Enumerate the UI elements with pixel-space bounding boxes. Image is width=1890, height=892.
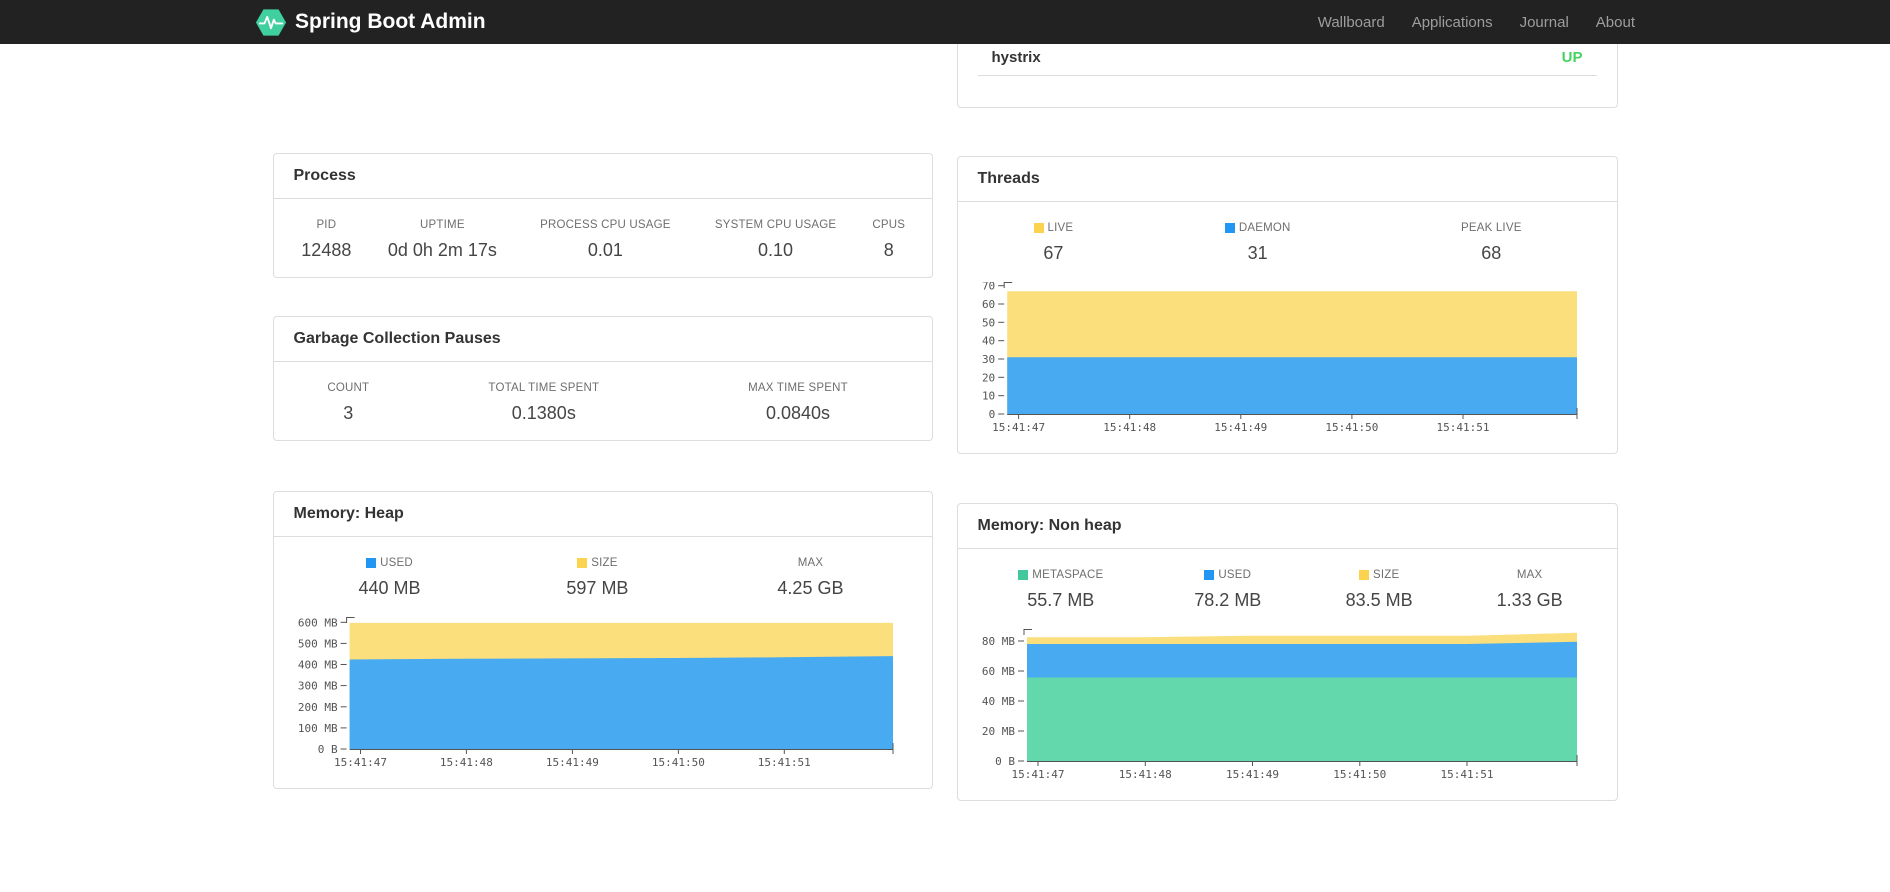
svg-text:0 B: 0 B bbox=[995, 755, 1015, 768]
svg-text:600 MB: 600 MB bbox=[297, 617, 337, 629]
service-name: hystrix bbox=[991, 49, 1041, 66]
svg-text:60: 60 bbox=[981, 298, 994, 311]
heap-used-legend-swatch bbox=[366, 558, 377, 568]
svg-text:60 MB: 60 MB bbox=[981, 665, 1014, 678]
nonheap-used-legend-swatch bbox=[1204, 570, 1215, 580]
memory-nonheap-card-title: Memory: Non heap bbox=[957, 504, 1617, 549]
spring-boot-admin-logo-icon bbox=[255, 7, 287, 38]
svg-text:15:41:50: 15:41:50 bbox=[651, 756, 704, 769]
svg-text:500 MB: 500 MB bbox=[297, 637, 337, 650]
svg-text:50: 50 bbox=[981, 316, 994, 329]
memory-nonheap-stats: METASPACE 55.7 MB USED 78.2 MB SIZE 83.5… bbox=[958, 549, 1617, 627]
threads-chart: 0 10 20 30 40 50 60 70 15:41:47 15:41:48 15:41:49 1… bbox=[958, 280, 1617, 453]
stat-gc-total-time: TOTAL TIME SPENT 0.1380s bbox=[488, 382, 600, 423]
svg-text:80 MB: 80 MB bbox=[981, 635, 1014, 648]
memory-heap-card-title: Memory: Heap bbox=[273, 492, 932, 537]
svg-text:15:41:49: 15:41:49 bbox=[1226, 768, 1279, 781]
svg-text:15:41:51: 15:41:51 bbox=[757, 756, 810, 769]
stat-heap-used: USED 440 MB bbox=[358, 557, 421, 598]
stat-nonheap-metaspace: METASPACE 55.7 MB bbox=[970, 563, 1153, 617]
nonheap-metaspace-legend-swatch bbox=[1018, 570, 1029, 580]
memory-heap-card: Memory: Heap USED 440 MB SIZE 597 MB MAX… bbox=[272, 491, 933, 789]
threads-daemon-legend-swatch bbox=[1224, 223, 1235, 233]
svg-text:15:41:48: 15:41:48 bbox=[1103, 421, 1156, 434]
svg-text:40: 40 bbox=[981, 335, 994, 348]
svg-text:15:41:48: 15:41:48 bbox=[1118, 768, 1171, 781]
threads-stats: LIVE 67 DAEMON 31 PEAK LIVE 68 bbox=[958, 202, 1617, 280]
stat-nonheap-used: USED 78.2 MB bbox=[1194, 569, 1262, 610]
service-status-card: hystrix UP bbox=[956, 44, 1618, 108]
nav-link-about[interactable]: About bbox=[1596, 14, 1635, 31]
svg-text:0: 0 bbox=[988, 408, 995, 421]
threads-card: Threads LIVE 67 DAEMON 31 PEAK LIVE 68 0… bbox=[956, 156, 1618, 454]
stat-pid: PID 12488 bbox=[301, 219, 352, 260]
process-stats: PID 12488 UPTIME 0d 0h 2m 17s PROCESS CP… bbox=[274, 199, 932, 277]
service-status-row: hystrix UP bbox=[977, 44, 1597, 76]
stat-threads-daemon: DAEMON 31 bbox=[1137, 216, 1378, 270]
stat-cpus: CPUS 8 bbox=[872, 219, 906, 260]
svg-text:15:41:47: 15:41:47 bbox=[1011, 768, 1064, 781]
memory-nonheap-chart: 0 B 20 MB 40 MB 60 MB 80 MB 15:41:47 15:41:48 1… bbox=[958, 627, 1617, 800]
svg-text:15:41:47: 15:41:47 bbox=[992, 421, 1045, 434]
stat-process-cpu-usage: PROCESS CPU USAGE 0.01 bbox=[540, 219, 671, 260]
memory-heap-stats: USED 440 MB SIZE 597 MB MAX 4.25 GB bbox=[274, 537, 932, 615]
gc-pauses-card: Garbage Collection Pauses COUNT 3 TOTAL … bbox=[272, 316, 933, 441]
svg-text:30: 30 bbox=[981, 353, 994, 366]
svg-text:300 MB: 300 MB bbox=[297, 680, 337, 693]
stat-threads-live: LIVE 67 bbox=[970, 216, 1138, 270]
svg-text:20: 20 bbox=[981, 371, 994, 384]
stat-threads-peak-live: PEAK LIVE 68 bbox=[1460, 222, 1522, 263]
brand-title: Spring Boot Admin bbox=[295, 10, 486, 33]
memory-nonheap-card: Memory: Non heap METASPACE 55.7 MB USED … bbox=[956, 503, 1618, 801]
threads-card-title: Threads bbox=[957, 157, 1617, 202]
svg-text:15:41:51: 15:41:51 bbox=[1436, 421, 1489, 434]
nonheap-size-legend-swatch bbox=[1358, 570, 1369, 580]
nav-link-wallboard[interactable]: Wallboard bbox=[1318, 14, 1385, 31]
stat-heap-size: SIZE 597 MB bbox=[566, 557, 629, 598]
heap-size-legend-swatch bbox=[577, 558, 588, 568]
stat-heap-max: MAX 4.25 GB bbox=[777, 557, 844, 598]
stat-gc-count: COUNT 3 bbox=[327, 382, 370, 423]
threads-live-legend-swatch bbox=[1033, 223, 1044, 233]
svg-text:15:41:48: 15:41:48 bbox=[439, 756, 492, 769]
status-badge: UP bbox=[1561, 49, 1583, 66]
svg-text:40 MB: 40 MB bbox=[981, 695, 1014, 708]
process-card: Process PID 12488 UPTIME 0d 0h 2m 17s PR… bbox=[272, 153, 933, 278]
stat-uptime: UPTIME 0d 0h 2m 17s bbox=[387, 219, 497, 260]
stat-gc-max-time: MAX TIME SPENT 0.0840s bbox=[748, 382, 848, 423]
gc-card-title: Garbage Collection Pauses bbox=[273, 317, 932, 362]
svg-text:20 MB: 20 MB bbox=[981, 725, 1014, 738]
svg-text:15:41:49: 15:41:49 bbox=[545, 756, 598, 769]
svg-text:10: 10 bbox=[981, 390, 994, 403]
svg-text:400 MB: 400 MB bbox=[297, 659, 337, 672]
nav-link-journal[interactable]: Journal bbox=[1520, 14, 1569, 31]
svg-text:100 MB: 100 MB bbox=[297, 722, 337, 735]
svg-text:15:41:50: 15:41:50 bbox=[1333, 768, 1386, 781]
svg-text:70: 70 bbox=[981, 282, 994, 293]
stat-nonheap-size: SIZE 83.5 MB bbox=[1345, 569, 1413, 610]
brand-link[interactable]: Spring Boot Admin bbox=[255, 7, 486, 38]
svg-text:200 MB: 200 MB bbox=[297, 701, 337, 714]
nav-link-applications[interactable]: Applications bbox=[1412, 14, 1493, 31]
svg-text:15:41:51: 15:41:51 bbox=[1440, 768, 1493, 781]
svg-text:0 B: 0 B bbox=[317, 743, 337, 756]
stat-nonheap-max: MAX 1.33 GB bbox=[1496, 569, 1563, 610]
svg-text:15:41:47: 15:41:47 bbox=[334, 756, 387, 769]
nav-links: Wallboard Applications Journal About bbox=[1318, 14, 1635, 31]
svg-text:15:41:50: 15:41:50 bbox=[1325, 421, 1378, 434]
gc-stats: COUNT 3 TOTAL TIME SPENT 0.1380s MAX TIM… bbox=[274, 362, 932, 440]
process-card-title: Process bbox=[273, 154, 932, 199]
stat-system-cpu-usage: SYSTEM CPU USAGE 0.10 bbox=[714, 219, 837, 260]
memory-heap-chart: 0 B 100 MB 200 MB 300 MB 400 MB 500 MB 600 MB 1… bbox=[274, 615, 932, 788]
navbar: Spring Boot Admin Wallboard Applications… bbox=[0, 0, 1890, 44]
content: Process PID 12488 UPTIME 0d 0h 2m 17s PR… bbox=[272, 44, 1618, 801]
svg-text:15:41:49: 15:41:49 bbox=[1214, 421, 1267, 434]
